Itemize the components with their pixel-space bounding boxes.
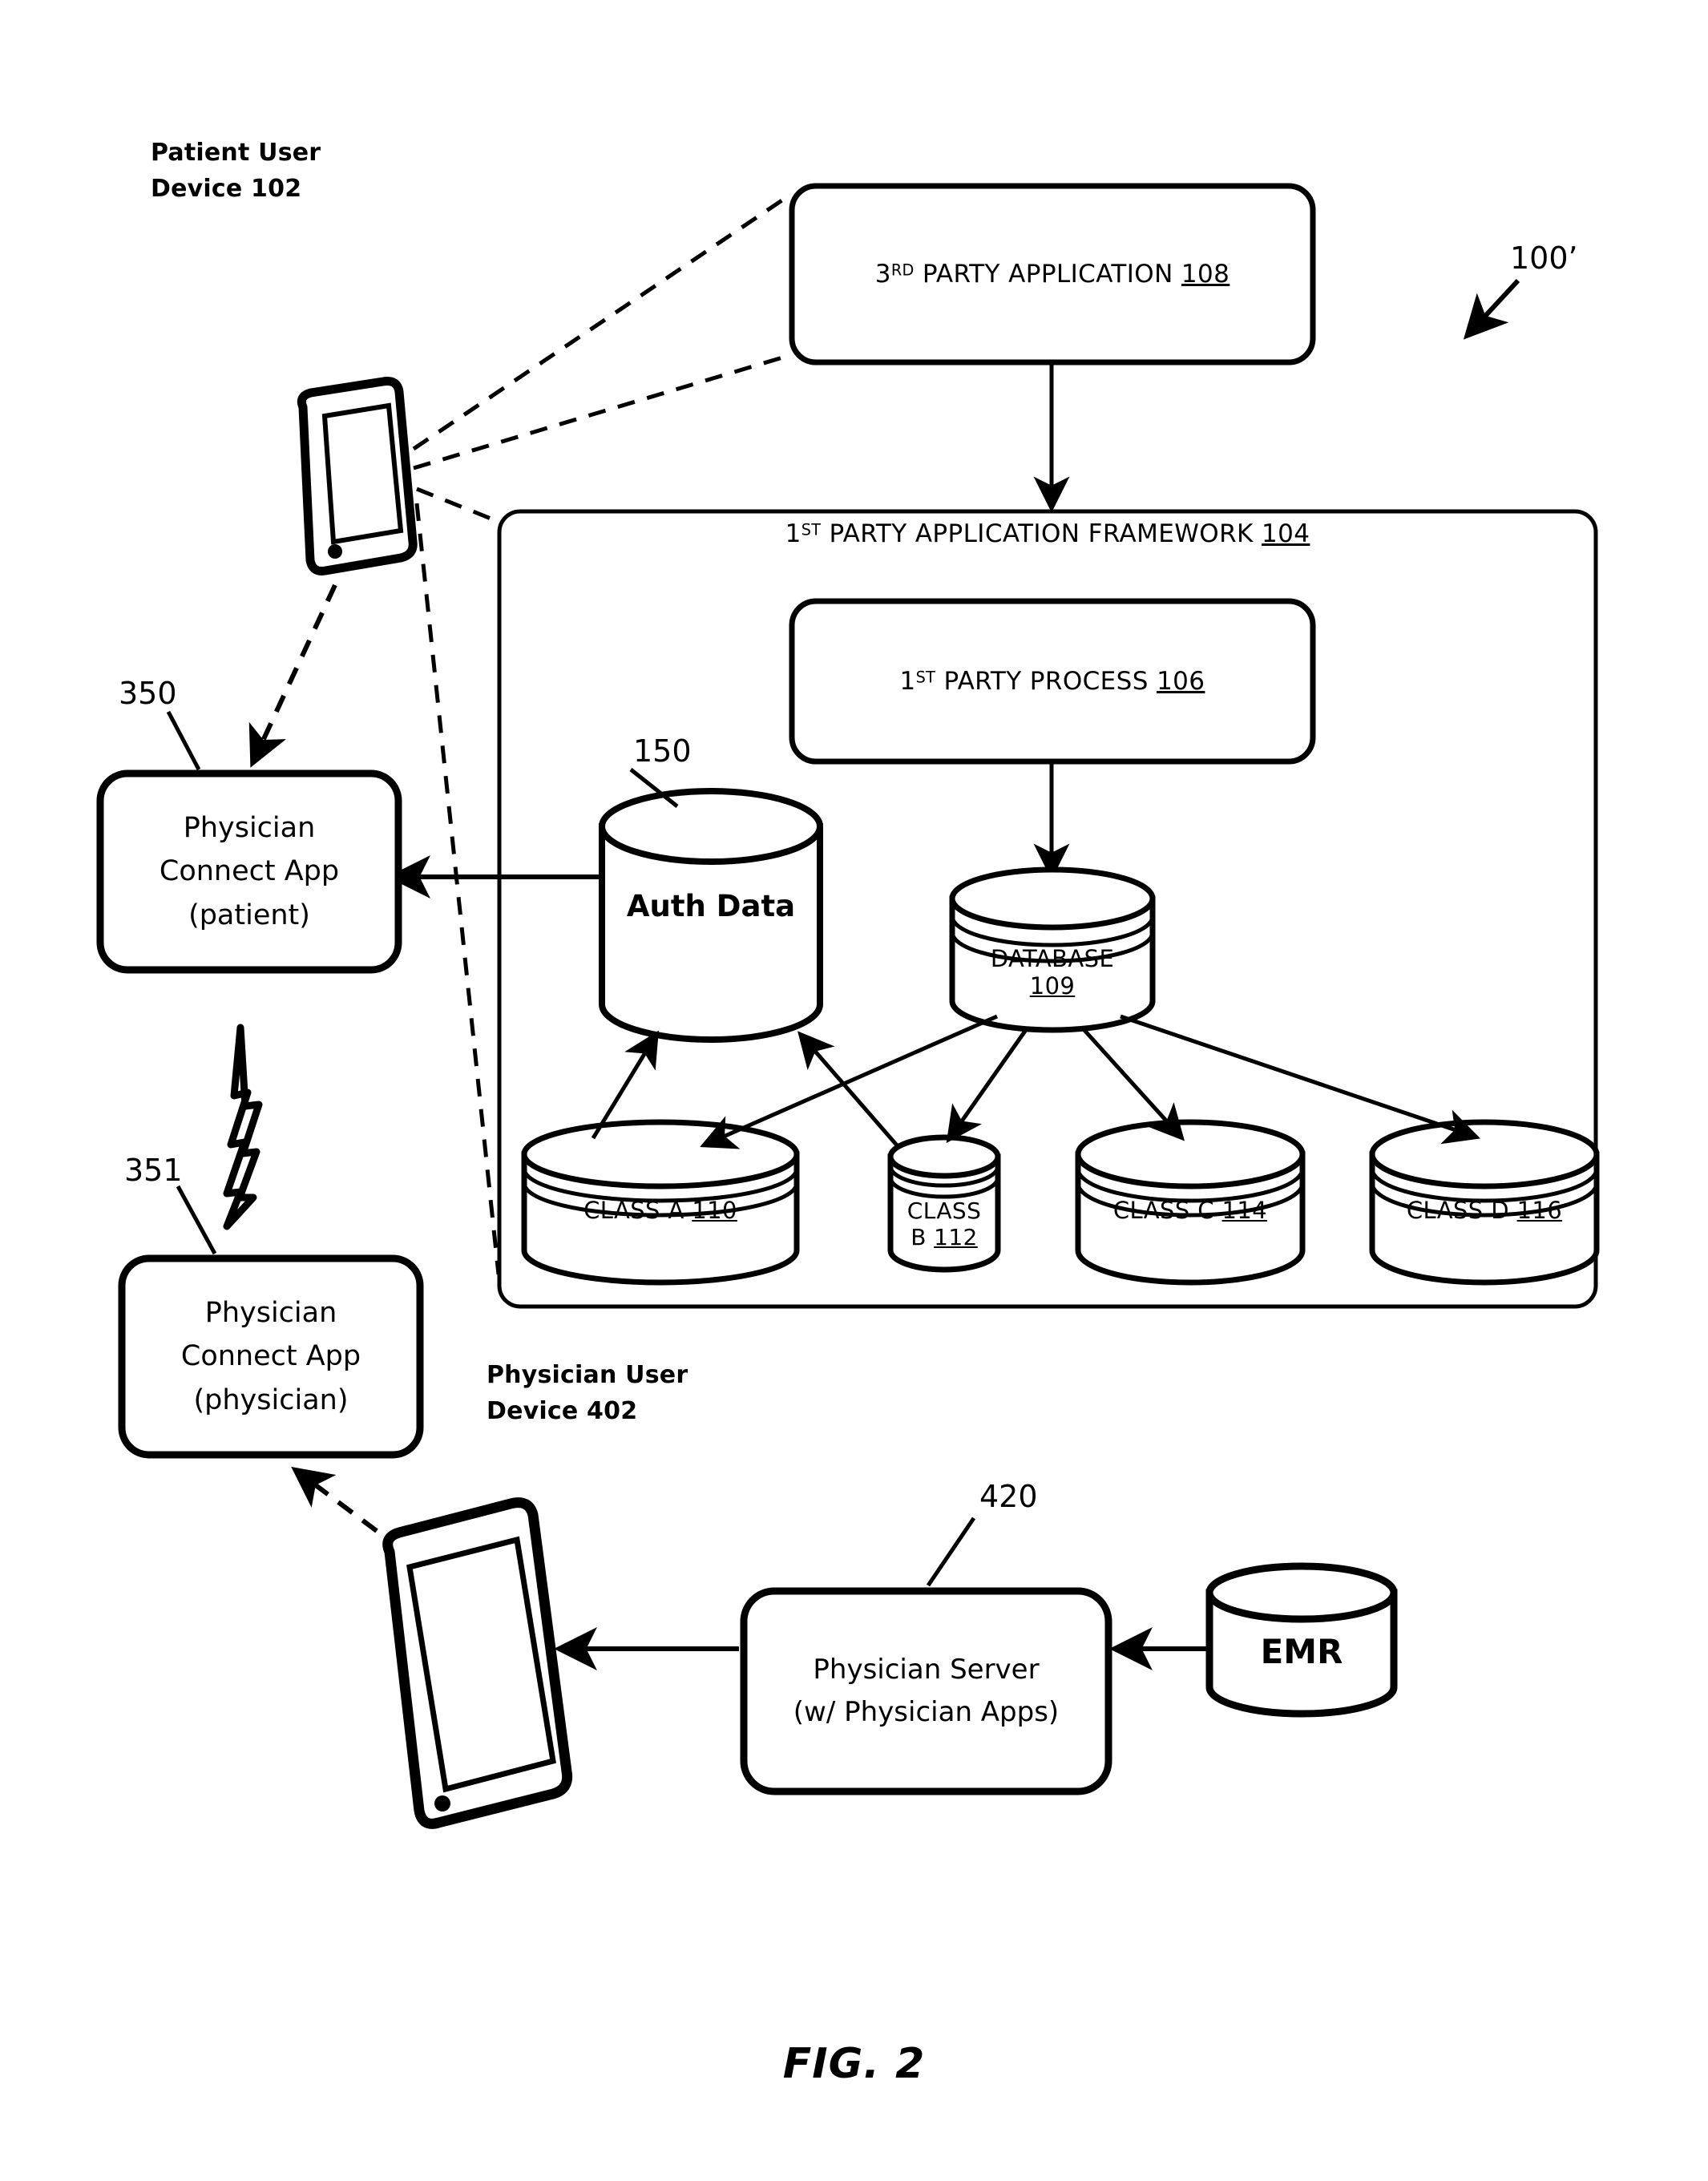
class-c-label: CLASS C 114 xyxy=(1078,1186,1302,1234)
physician-server-line1: Physician Server xyxy=(813,1654,1040,1686)
emr-text: EMR xyxy=(1260,1631,1343,1671)
leader-351 xyxy=(176,1185,217,1255)
arrow-database-to-class-d xyxy=(1120,1014,1481,1145)
physician-connect-app-patient-label: Physician Connect App (patient) xyxy=(100,773,398,970)
physician-user-device-label: Physician User Device 402 xyxy=(487,1357,688,1429)
arrow-database-to-class-c xyxy=(1080,1026,1185,1141)
patient-user-device-tablet xyxy=(297,377,418,576)
reference-420: 420 xyxy=(979,1479,1038,1514)
class-a-ref: 110 xyxy=(692,1197,737,1224)
third-party-title: PARTY APPLICATION xyxy=(914,260,1181,289)
database-ref: 109 xyxy=(1029,972,1076,1000)
figure-caption: FIG. 2 xyxy=(782,2040,926,2088)
pca-patient-line3: (patient) xyxy=(188,899,310,931)
class-c-text: CLASS C 114 xyxy=(1113,1197,1267,1224)
physician-server-label: Physician Server (w/ Physician Apps) xyxy=(744,1591,1108,1791)
leader-420 xyxy=(926,1517,976,1587)
pca-patient-line1: Physician xyxy=(183,812,316,845)
class-b-label: CLASS B 112 xyxy=(890,1180,998,1268)
framework-ordinal: ST xyxy=(801,520,822,539)
pca-physician-line3: (physician) xyxy=(193,1383,349,1416)
class-b-line2: B 112 xyxy=(911,1224,978,1250)
physician-user-device-line1: Physician User xyxy=(487,1361,688,1389)
third-party-application-label: 3RD PARTY APPLICATION 108 xyxy=(792,186,1313,362)
pca-physician-line1: Physician xyxy=(204,1297,337,1330)
emr-label: EMR xyxy=(1209,1627,1394,1675)
class-d-label: CLASS D 116 xyxy=(1372,1186,1597,1234)
class-d-text: CLASS D 116 xyxy=(1407,1197,1562,1224)
class-b-letter: B xyxy=(911,1224,935,1250)
third-party-prefix: 3 xyxy=(874,260,891,289)
class-c-name: CLASS C xyxy=(1112,1197,1222,1224)
physician-user-device-line2: Device 402 xyxy=(487,1397,638,1425)
wireless-lightning-bolt-icon xyxy=(223,1024,263,1230)
framework-title: 1ST PARTY APPLICATION FRAMEWORK 104 xyxy=(499,519,1596,548)
physician-user-device-tablet xyxy=(382,1497,573,1829)
third-party-ref: 108 xyxy=(1181,260,1230,289)
system-reference-100: 100’ xyxy=(1510,240,1578,276)
database-fanout-arrows xyxy=(700,1014,1481,1149)
pca-physician-line2: Connect App xyxy=(180,1340,361,1373)
process-ordinal: ST xyxy=(915,668,936,687)
dash-device-to-framework-a xyxy=(416,487,498,523)
leader-350 xyxy=(166,710,201,771)
dash-device-to-patient-app xyxy=(248,584,337,768)
first-party-process-label: 1ST PARTY PROCESS 106 xyxy=(792,601,1313,761)
pca-patient-line2: Connect App xyxy=(159,855,340,888)
arrow-database-to-class-b xyxy=(946,1026,1030,1144)
dashed-links-patient-device xyxy=(412,194,789,1275)
third-party-ordinal: RD xyxy=(890,261,915,280)
first-party-process-text: 1ST PARTY PROCESS 106 xyxy=(900,667,1205,696)
physician-connect-app-physician-label: Physician Connect App (physician) xyxy=(122,1258,420,1455)
class-a-text: CLASS A 110 xyxy=(583,1197,737,1224)
framework-ref: 104 xyxy=(1262,519,1310,548)
dash-device-to-framework-b xyxy=(414,503,501,1275)
reference-150: 150 xyxy=(633,733,692,769)
auth-data-text: Auth Data xyxy=(626,888,796,923)
patient-user-device-label: Patient User Device 102 xyxy=(151,135,321,207)
process-prefix: 1 xyxy=(899,667,916,696)
process-text: PARTY PROCESS xyxy=(935,667,1157,696)
framework-prefix: 1 xyxy=(785,519,802,548)
class-d-name: CLASS D xyxy=(1406,1197,1517,1224)
auth-data-label: Auth Data xyxy=(602,882,820,930)
reference-350: 350 xyxy=(119,676,177,711)
process-ref: 106 xyxy=(1157,667,1205,696)
class-c-ref: 114 xyxy=(1221,1197,1268,1224)
arrow-class-b-to-auth-data xyxy=(797,1031,899,1148)
database-label: DATABASE 109 xyxy=(952,934,1153,1011)
figure-canvas: Patient User Device 102 Physician User D… xyxy=(0,0,1708,2181)
class-a-name: CLASS A xyxy=(583,1197,692,1224)
third-party-application-text: 3RD PARTY APPLICATION 108 xyxy=(875,260,1230,289)
class-d-ref: 116 xyxy=(1516,1197,1563,1224)
database-text: DATABASE xyxy=(990,945,1115,972)
class-b-name: CLASS xyxy=(906,1198,982,1224)
patient-user-device-line2: Device 102 xyxy=(151,175,302,203)
dash-physician-device-to-physician-app xyxy=(291,1466,378,1533)
class-b-ref: 112 xyxy=(934,1224,978,1250)
class-a-label: CLASS A 110 xyxy=(524,1186,797,1234)
framework-title-text: 1ST PARTY APPLICATION FRAMEWORK 104 xyxy=(785,519,1310,548)
patient-user-device-line1: Patient User xyxy=(151,139,321,167)
arrow-system-ref-100 xyxy=(1463,278,1520,340)
framework-text: PARTY APPLICATION FRAMEWORK xyxy=(821,519,1262,548)
reference-351: 351 xyxy=(124,1153,183,1188)
physician-server-line2: (w/ Physician Apps) xyxy=(793,1696,1060,1728)
